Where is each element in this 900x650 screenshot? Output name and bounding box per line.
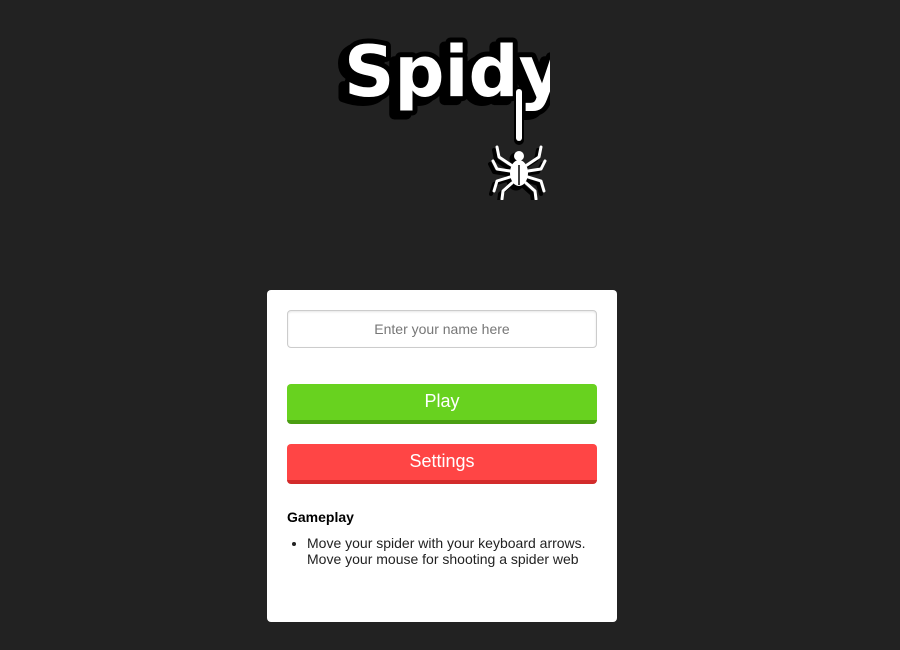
spider-icon [488,145,547,200]
settings-button[interactable]: Settings [287,444,597,484]
game-logo: Spidy Spidy [330,10,550,200]
gameplay-heading: Gameplay [287,509,354,525]
gameplay-list: Move your spider with your keyboard arro… [287,535,597,567]
game-start-screen: Spidy Spidy Play Settings Gamepla [0,0,900,650]
start-panel: Play Settings Gameplay Move your spider … [267,290,617,622]
gameplay-instruction: Move your spider with your keyboard arro… [307,535,597,567]
name-input[interactable] [287,310,597,348]
play-button[interactable]: Play [287,384,597,424]
logo-graphic: Spidy Spidy [333,26,550,200]
